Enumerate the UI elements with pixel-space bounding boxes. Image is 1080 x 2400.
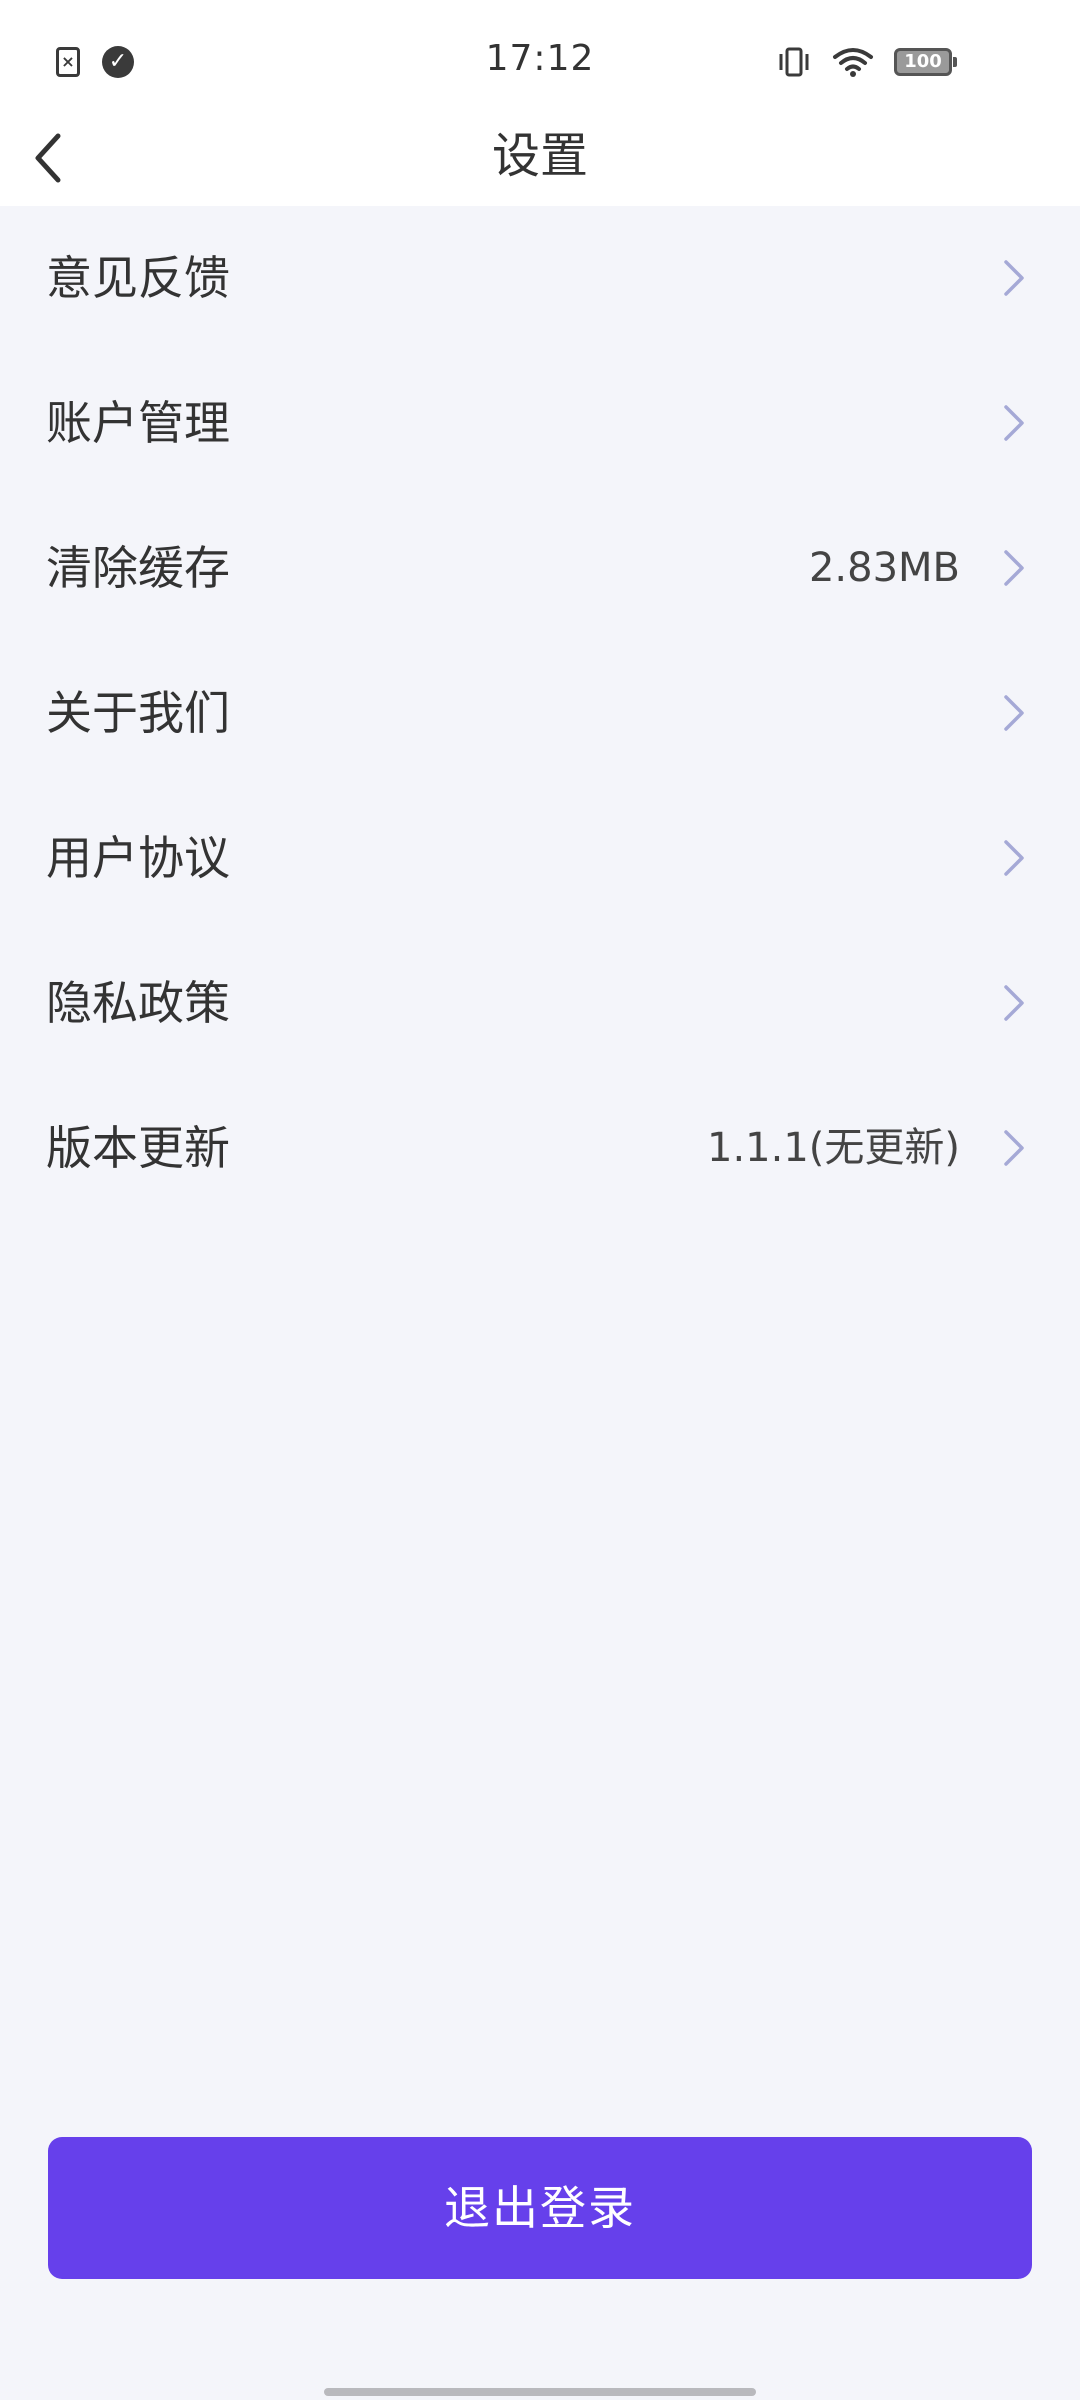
status-bar: × ✓ 17:12 100 bbox=[0, 0, 1080, 120]
menu-item-clear-cache[interactable]: 清除缓存 2.83MB bbox=[0, 496, 1080, 641]
menu-item-label: 意见反馈 bbox=[46, 251, 230, 305]
status-right-icons: 100 bbox=[776, 44, 957, 80]
chevron-right-icon bbox=[1004, 840, 1024, 876]
chevron-right-icon bbox=[1004, 260, 1024, 296]
chevron-right-icon bbox=[1004, 550, 1024, 586]
settings-menu: 意见反馈 账户管理 清除缓存 2.83MB 关于我们 用户协议 隐私政策 版本更… bbox=[0, 206, 1080, 1221]
menu-item-label: 隐私政策 bbox=[46, 976, 230, 1030]
menu-item-label: 版本更新 bbox=[46, 1121, 230, 1175]
wifi-icon bbox=[833, 48, 873, 77]
menu-item-label: 关于我们 bbox=[46, 686, 230, 740]
battery-icon: 100 bbox=[894, 48, 957, 76]
nav-bar: 设置 bbox=[0, 110, 1080, 206]
cache-size-value: 2.83MB bbox=[808, 545, 960, 591]
chevron-right-icon bbox=[1004, 695, 1024, 731]
menu-item-about-us[interactable]: 关于我们 bbox=[0, 641, 1080, 786]
menu-item-version-update[interactable]: 版本更新 1.1.1(无更新) bbox=[0, 1076, 1080, 1221]
chevron-right-icon bbox=[1004, 985, 1024, 1021]
menu-item-label: 账户管理 bbox=[46, 396, 230, 450]
chevron-right-icon bbox=[1004, 1130, 1024, 1166]
page-title: 设置 bbox=[491, 128, 588, 184]
menu-item-account[interactable]: 账户管理 bbox=[0, 351, 1080, 496]
menu-item-user-agreement[interactable]: 用户协议 bbox=[0, 786, 1080, 931]
menu-item-label: 清除缓存 bbox=[46, 541, 230, 595]
home-indicator bbox=[324, 2388, 756, 2396]
chevron-right-icon bbox=[1004, 405, 1024, 441]
menu-item-label: 用户协议 bbox=[46, 831, 230, 885]
menu-item-feedback[interactable]: 意见反馈 bbox=[0, 206, 1080, 351]
menu-item-privacy-policy[interactable]: 隐私政策 bbox=[0, 931, 1080, 1076]
logout-button[interactable]: 退出登录 bbox=[48, 2137, 1032, 2279]
version-value: 1.1.1(无更新) bbox=[707, 1125, 960, 1171]
vibrate-icon bbox=[779, 47, 809, 77]
